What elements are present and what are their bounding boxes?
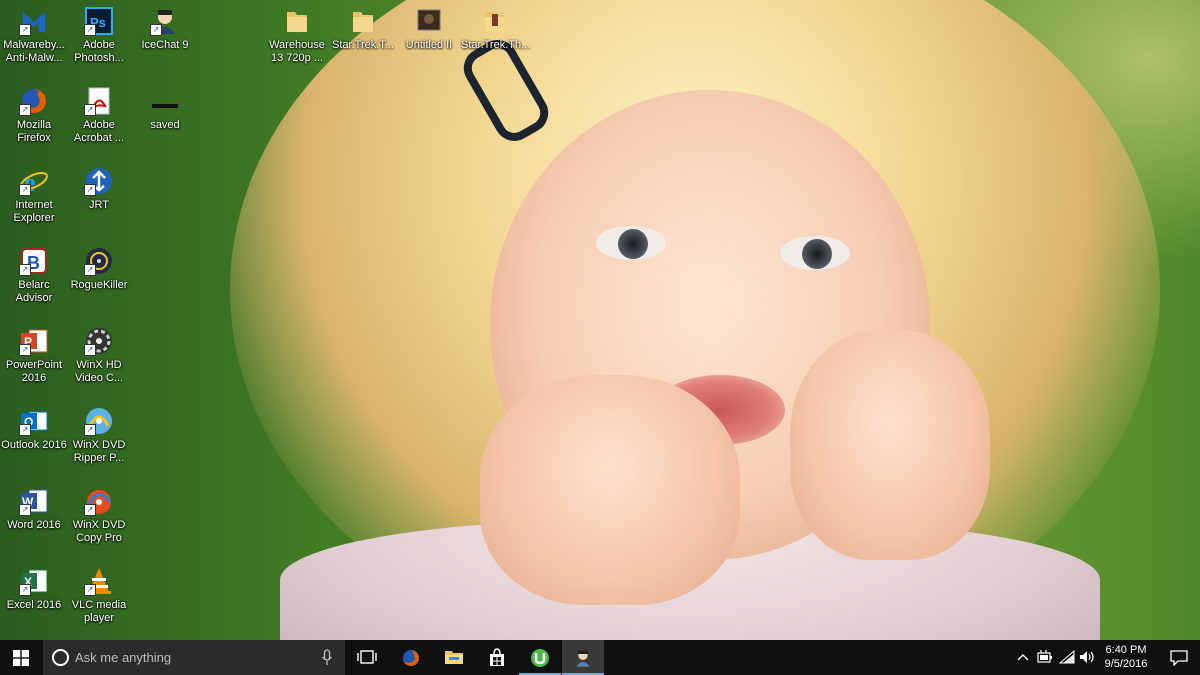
cortana-icon (52, 649, 69, 666)
vlc-icon: ↗ (84, 566, 114, 596)
file-explorer-icon (445, 651, 463, 664)
firefox-icon: ↗ (19, 86, 49, 116)
desktop-icon-saved[interactable]: saved (131, 86, 199, 132)
desktop-icon-label: Excel 2016 (6, 599, 62, 611)
text-file-icon (150, 86, 180, 116)
desktop-icon-label: WinX DVD Copy Pro (72, 519, 126, 544)
roguekiller-icon: ↗ (84, 246, 114, 276)
jrt-icon: ↗ (84, 166, 114, 196)
desktop-icon-outlook[interactable]: O ↗ Outlook 2016 (0, 406, 68, 452)
taskbar-file-explorer[interactable] (433, 640, 475, 675)
clock-time: 6:40 PM (1105, 644, 1147, 656)
desktop-icon-label: saved (150, 119, 180, 131)
desktop-icon-star-trek-1[interactable]: Star.Trek.T... (329, 6, 397, 52)
desktop-icon-photoshop[interactable]: Ps ↗ Adobe Photosh... (65, 6, 133, 65)
battery-icon[interactable] (1037, 650, 1053, 664)
desktop-icon-label: RogueKiller (70, 279, 128, 291)
desktop-icon-winx-dvd-ripper[interactable]: ↗ WinX DVD Ripper P... (65, 406, 133, 465)
desktop-icon-word[interactable]: W ↗ Word 2016 (0, 486, 68, 532)
video-thumbnail-icon (414, 6, 444, 36)
firefox-icon (403, 650, 419, 666)
acrobat-icon: ↗ (84, 86, 114, 116)
desktop-icon-label: Mozilla Firefox (16, 119, 52, 144)
wifi-icon[interactable] (1059, 650, 1075, 664)
desktop-icon-label: WinX HD Video C... (74, 359, 124, 384)
icechat-icon (576, 650, 590, 667)
desktop-icon-label: Malwareby... Anti-Malw... (3, 39, 65, 64)
desktop-icon-excel[interactable]: X ↗ Excel 2016 (0, 566, 68, 612)
desktop-icon-jrt[interactable]: ↗ JRT (65, 166, 133, 212)
system-clock[interactable]: 6:40 PM 9/5/2016 (1100, 643, 1152, 671)
show-hidden-icons-chevron-icon[interactable] (1017, 652, 1029, 662)
desktop-icon-label: PowerPoint 2016 (5, 359, 63, 384)
desktop-icon-untitled-ii[interactable]: Untitled II (395, 6, 463, 52)
internet-explorer-icon: e ↗ (19, 166, 49, 197)
desktop-icon-malwarebytes[interactable]: ↗ Malwareby... Anti-Malw... (0, 6, 68, 65)
desktop-icon-belarc[interactable]: B ↗ Belarc Advisor (0, 246, 68, 305)
action-center-button[interactable] (1158, 640, 1200, 675)
search-placeholder: Ask me anything (75, 650, 172, 665)
winx-hd-icon: ↗ (84, 326, 114, 356)
word-icon: W ↗ (19, 486, 49, 516)
folder-icon (282, 6, 312, 36)
desktop-icon-winx-dvd-copy[interactable]: ↗ WinX DVD Copy Pro (65, 486, 133, 545)
taskbar-icechat[interactable] (562, 640, 604, 675)
taskbar: Ask me anything 6:40 PM 9/5/2016 (0, 640, 1200, 675)
desktop-icon-roguekiller[interactable]: ↗ RogueKiller (65, 246, 133, 292)
task-view-button[interactable] (346, 640, 388, 675)
desktop-icon-label: JRT (89, 199, 109, 211)
desktop-icon-label: Adobe Acrobat ... (73, 119, 125, 144)
desktop-icon-vlc[interactable]: ↗ VLC media player (65, 566, 133, 625)
desktop-icon-label: Internet Explorer (13, 199, 55, 224)
taskbar-firefox[interactable] (390, 640, 432, 675)
desktop-icon-internet-explorer[interactable]: e ↗ Internet Explorer (0, 166, 68, 225)
malwarebytes-icon: ↗ (19, 6, 49, 36)
store-icon (490, 648, 504, 666)
photoshop-icon: Ps ↗ (84, 6, 114, 36)
clock-date: 9/5/2016 (1104, 658, 1148, 670)
folder-icon (480, 6, 510, 36)
taskbar-utorrent[interactable] (519, 640, 561, 675)
wallpaper-left-hand (480, 375, 740, 605)
desktop-icon-label: Belarc Advisor (15, 279, 53, 304)
desktop-icon-label: Untitled II (405, 39, 453, 51)
volume-icon[interactable] (1079, 650, 1097, 664)
desktop-icon-star-trek-2[interactable]: Star.Trek.Th... (461, 6, 531, 52)
start-button[interactable] (0, 640, 42, 675)
desktop-icon-label: Outlook 2016 (1, 439, 67, 451)
desktop-icon-label: IceChat 9 (141, 39, 189, 51)
powerpoint-icon: P ↗ (19, 326, 49, 356)
utorrent-icon (531, 649, 549, 667)
wallpaper-right-hand (790, 330, 990, 560)
desktop-icon-firefox[interactable]: ↗ Mozilla Firefox (0, 86, 68, 145)
desktop-icon-powerpoint[interactable]: P ↗ PowerPoint 2016 (0, 326, 68, 385)
windows-logo-icon (13, 650, 29, 666)
belarc-icon: B ↗ (19, 246, 49, 276)
desktop-icon-icechat[interactable]: ↗ IceChat 9 (131, 6, 199, 52)
task-view-icon (357, 650, 377, 664)
desktop-icon-acrobat[interactable]: ↗ Adobe Acrobat ... (65, 86, 133, 145)
microphone-icon[interactable] (321, 649, 333, 667)
outlook-icon: O ↗ (19, 406, 49, 436)
taskbar-store[interactable] (476, 640, 518, 675)
excel-icon: X ↗ (19, 566, 49, 596)
folder-icon (348, 6, 378, 36)
wallpaper-left-eye (596, 226, 666, 260)
desktop-icon-winx-hd[interactable]: ↗ WinX HD Video C... (65, 326, 133, 385)
desktop-icon-label: Adobe Photosh... (74, 39, 124, 64)
winx-dvd-ripper-icon: ↗ (84, 406, 114, 436)
desktop-icon-label: Word 2016 (7, 519, 61, 531)
icechat-icon: ↗ (150, 6, 180, 36)
desktop-icon-label: WinX DVD Ripper P... (72, 439, 126, 464)
desktop-icon-label: Star.Trek.T... (332, 39, 394, 51)
wallpaper-right-eye (780, 236, 850, 270)
desktop-icon-label: VLC media player (71, 599, 127, 624)
desktop-icon-label: Star.Trek.Th... (461, 39, 531, 51)
search-box[interactable]: Ask me anything (43, 640, 345, 675)
notifications-icon (1170, 650, 1188, 666)
desktop-icon-label: Warehouse 13 720p ... (269, 39, 325, 64)
desktop-icon-warehouse-13[interactable]: Warehouse 13 720p ... (263, 6, 331, 65)
winx-dvd-copy-icon: ↗ (84, 486, 114, 516)
